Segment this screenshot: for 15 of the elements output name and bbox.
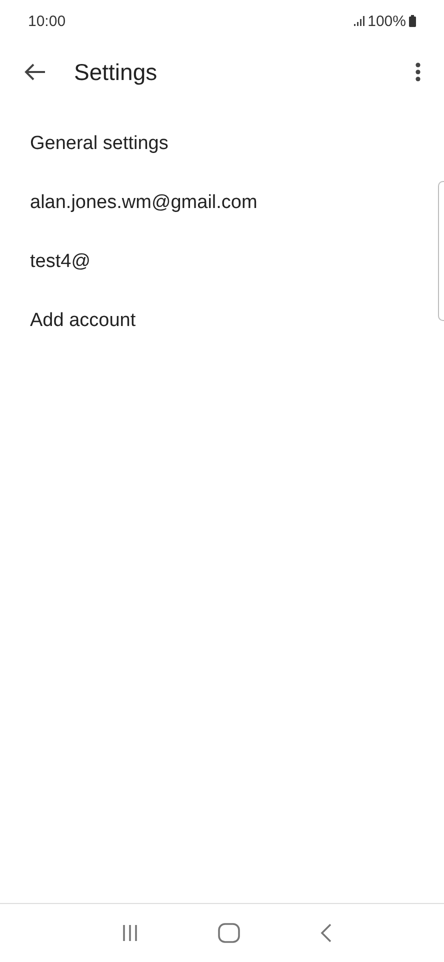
home-icon[interactable] (218, 923, 240, 943)
back-arrow-icon[interactable] (24, 63, 46, 81)
more-options-icon[interactable] (415, 62, 421, 82)
settings-list-item[interactable]: General settings (0, 114, 178, 173)
signal-icon (354, 16, 365, 26)
recent-apps-icon[interactable] (122, 924, 138, 942)
edge-panel-handle[interactable] (438, 181, 444, 321)
settings-list-item[interactable]: alan.jones.wm@gmail.com (0, 173, 268, 232)
battery-percent: 100% (368, 12, 406, 30)
settings-list-item[interactable]: Add account (0, 291, 146, 350)
page-title: Settings (74, 58, 158, 86)
settings-list-item[interactable]: test4@ (0, 232, 100, 291)
back-icon[interactable] (320, 923, 332, 943)
battery-icon (409, 15, 416, 27)
status-time: 10:00 (28, 12, 66, 30)
